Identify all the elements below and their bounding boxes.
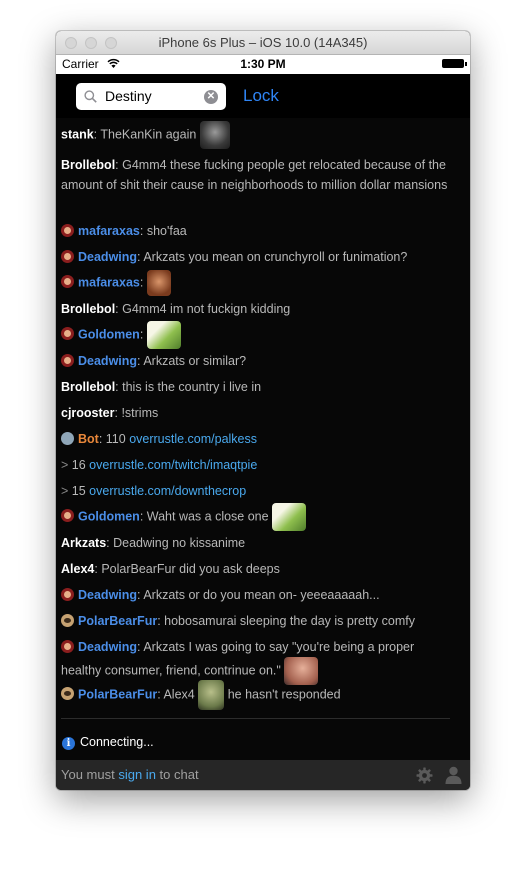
- ios-status-bar: Carrier 1:30 PM: [56, 55, 470, 74]
- chat-log[interactable]: stank: TheKanKin again Brollebol: G4mm4 …: [56, 118, 470, 760]
- window-titlebar: iPhone 6s Plus – iOS 10.0 (14A345): [56, 31, 470, 55]
- simulator-window: iPhone 6s Plus – iOS 10.0 (14A345) Carri…: [56, 31, 470, 790]
- red-flair: [61, 588, 74, 601]
- chat-username[interactable]: Arkzats: [61, 536, 106, 550]
- red-flair: [61, 640, 74, 653]
- chat-text: Arkzats you mean on crunchyroll or funim…: [143, 250, 408, 264]
- chat-username[interactable]: Deadwing: [78, 354, 137, 368]
- chat-message: Goldomen: Waht was a close one: [61, 503, 449, 531]
- chat-username[interactable]: Brollebol: [61, 158, 115, 172]
- chat-text: hobosamurai sleeping the day is pretty c…: [164, 614, 415, 628]
- chat-message: mafaraxas:: [61, 270, 449, 296]
- chat-username[interactable]: Deadwing: [78, 588, 137, 602]
- zombie-emote: [198, 680, 225, 710]
- battery-icon: [442, 59, 467, 68]
- chat-message: stank: TheKanKin again: [61, 121, 449, 149]
- chat-text: G4mm4 im not fuckign kidding: [122, 302, 291, 316]
- chat-username[interactable]: Deadwing: [78, 250, 137, 264]
- chat-message: Brollebol: G4mm4 im not fuckign kidding: [61, 302, 291, 316]
- tan-flair: [61, 614, 74, 627]
- profile-icon[interactable]: [445, 766, 462, 784]
- sign-in-prompt: You must sign in to chat: [61, 767, 199, 782]
- red-flair: [61, 224, 74, 237]
- tan-flair: [61, 687, 74, 701]
- chat-text: sho'faa: [146, 224, 187, 238]
- chat-message: Brollebol: this is the country i live in: [61, 380, 262, 394]
- chat-username[interactable]: Alex4: [61, 562, 94, 576]
- chat-text: 110: [105, 432, 130, 446]
- bot-flair: [61, 432, 74, 445]
- chat-username[interactable]: Bot: [78, 432, 99, 446]
- connection-status: Connecting...: [80, 735, 154, 749]
- search-field[interactable]: ✕: [76, 83, 226, 110]
- chat-username[interactable]: Goldomen: [78, 509, 140, 523]
- chat-username[interactable]: Brollebol: [61, 302, 115, 316]
- clear-icon[interactable]: ✕: [204, 90, 218, 104]
- chat-text: Alex4: [163, 687, 199, 702]
- chat-link[interactable]: overrustle.com/palkess: [129, 432, 257, 446]
- chat-username[interactable]: Deadwing: [78, 640, 137, 654]
- chat-text: he hasn't responded: [224, 687, 341, 702]
- red-flair: [61, 327, 74, 341]
- red-flair: [61, 250, 74, 263]
- pepe-emote: [146, 321, 181, 349]
- chat-text: Deadwing no kissanime: [113, 536, 246, 550]
- status-time: 1:30 PM: [240, 57, 286, 71]
- chat-username[interactable]: mafaraxas: [78, 224, 140, 238]
- chat-footer: You must sign in to chat: [56, 760, 470, 790]
- chat-message: Deadwing: Arkzats I was going to say "yo…: [61, 637, 449, 685]
- chat-text: !strims: [121, 406, 159, 420]
- chat-message: Alex4: PolarBearFur did you ask deeps: [61, 562, 280, 576]
- pepe-emote: [272, 503, 307, 531]
- chat-message: Deadwing: Arkzats or similar?: [61, 351, 449, 371]
- chat-message: Bot: 110 overrustle.com/palkess: [61, 429, 449, 449]
- chat-text: this is the country i live in: [122, 380, 262, 394]
- chat-text: TheKanKin again: [100, 127, 197, 142]
- chat-divider: [61, 718, 450, 719]
- red-flair: [61, 275, 74, 289]
- red-flair: [61, 509, 74, 523]
- chat-text: 16: [71, 458, 90, 472]
- chat-text: Arkzats or similar?: [143, 354, 247, 368]
- chat-username[interactable]: cjrooster: [61, 406, 115, 420]
- chat-message: Arkzats: Deadwing no kissanime: [61, 536, 246, 550]
- chat-username[interactable]: Goldomen: [78, 327, 140, 341]
- gorilla-emote: [199, 121, 230, 149]
- chat-message: > 15 overrustle.com/downthecrop: [61, 484, 247, 498]
- info-icon: i: [62, 737, 75, 750]
- search-input[interactable]: [105, 88, 200, 104]
- chat-message: > 16 overrustle.com/twitch/imaqtpie: [61, 458, 258, 472]
- gear-icon[interactable]: [416, 767, 433, 784]
- face-emote: [146, 270, 171, 296]
- chat-message: PolarBearFur: Alex4 he hasn't responded: [61, 680, 449, 710]
- chat-message: mafaraxas: sho'faa: [61, 221, 449, 241]
- chat-message: Deadwing: Arkzats you mean on crunchyrol…: [61, 247, 449, 267]
- chat-link[interactable]: overrustle.com/twitch/imaqtpie: [89, 458, 257, 472]
- chat-username[interactable]: stank: [61, 127, 94, 141]
- chat-username[interactable]: mafaraxas: [78, 275, 140, 289]
- chat-message: cjrooster: !strims: [61, 406, 159, 420]
- lock-button[interactable]: Lock: [243, 86, 279, 106]
- chat-message: Goldomen:: [61, 321, 449, 349]
- chat-text: Waht was a close one: [146, 509, 269, 524]
- chat-message: Brollebol: G4mm4 these fucking people ge…: [61, 158, 448, 192]
- chat-username[interactable]: Brollebol: [61, 380, 115, 394]
- chat-text: Arkzats or do you mean on- yeeeaaaaah...: [143, 588, 380, 602]
- chat-text: 15: [71, 484, 90, 498]
- sign-in-link[interactable]: sign in: [118, 767, 156, 782]
- chat-username[interactable]: PolarBearFur: [78, 614, 157, 628]
- chat-link[interactable]: overrustle.com/downthecrop: [89, 484, 246, 498]
- red-flair: [61, 354, 74, 367]
- chat-message: Deadwing: Arkzats or do you mean on- yee…: [61, 585, 449, 605]
- window-title: iPhone 6s Plus – iOS 10.0 (14A345): [158, 35, 368, 50]
- nav-bar: ✕ Lock: [56, 74, 470, 118]
- chat-text: PolarBearFur did you ask deeps: [101, 562, 280, 576]
- chat-message: PolarBearFur: hobosamurai sleeping the d…: [61, 611, 449, 631]
- search-icon: [84, 90, 97, 103]
- chat-username[interactable]: PolarBearFur: [78, 687, 157, 701]
